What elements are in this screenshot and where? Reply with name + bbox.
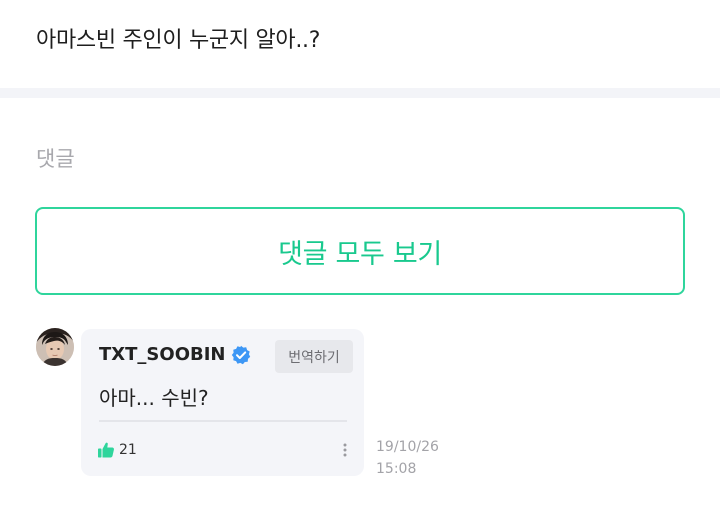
comment-timestamp: 19/10/26 15:08 bbox=[376, 436, 439, 480]
view-all-comments-button[interactable]: 댓글 모두 보기 bbox=[35, 207, 685, 295]
comment-divider bbox=[99, 420, 347, 422]
avatar[interactable] bbox=[36, 328, 74, 366]
thumbs-up-icon bbox=[97, 441, 115, 459]
like-button[interactable]: 21 bbox=[97, 439, 137, 461]
comment-card: TXT_SOOBIN 번역하기 아마... 수빈? 21 bbox=[81, 329, 364, 476]
more-options-icon[interactable] bbox=[339, 439, 351, 461]
comments-heading: 댓글 bbox=[36, 147, 75, 171]
comment-time: 15:08 bbox=[376, 461, 417, 477]
comment-author[interactable]: TXT_SOOBIN bbox=[99, 344, 225, 365]
translate-button[interactable]: 번역하기 bbox=[275, 340, 353, 373]
comment-date: 19/10/26 bbox=[376, 439, 439, 455]
section-divider bbox=[0, 88, 720, 98]
like-count: 21 bbox=[119, 442, 137, 458]
post-text: 아마스빈 주인이 누군지 알아..? bbox=[36, 28, 321, 53]
verified-check-icon bbox=[231, 345, 251, 365]
avatar-image bbox=[36, 328, 74, 366]
comment-text: 아마... 수빈? bbox=[99, 386, 209, 410]
